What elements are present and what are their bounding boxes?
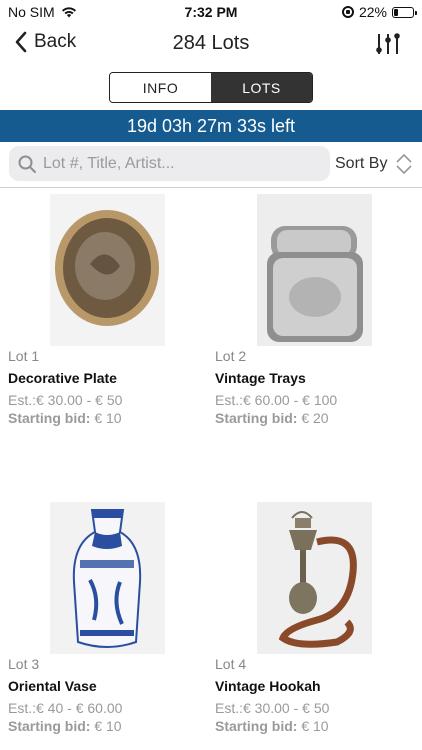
lot-number: Lot 2 (215, 348, 247, 364)
lot-image[interactable] (50, 502, 165, 654)
silver-trays-icon (257, 194, 372, 346)
starting-bid-label: Starting bid: (215, 410, 298, 426)
lot-image[interactable] (257, 502, 372, 654)
search-icon (18, 155, 36, 173)
starting-bid: Starting bid: € 20 (215, 410, 415, 426)
lot-number: Lot 4 (215, 656, 247, 672)
lot-title: Vintage Hookah (215, 678, 321, 694)
search-input[interactable] (43, 154, 313, 173)
starting-bid: Starting bid: € 10 (8, 718, 208, 734)
lot-estimate: Est.:€ 40 - € 60.00 (8, 700, 123, 716)
starting-bid-label: Starting bid: (215, 718, 298, 734)
lot-estimate: Est.:€ 30.00 - € 50 (8, 392, 123, 408)
page-title: 284 Lots (172, 32, 250, 54)
lot-card[interactable]: Lot 4 Vintage Hookah Est.:€ 30.00 - € 50… (215, 502, 415, 734)
sort-by-button[interactable]: Sort By (335, 153, 413, 175)
sort-chevrons-icon (396, 153, 413, 175)
starting-bid-label: Starting bid: (8, 718, 91, 734)
tab-lots[interactable]: LOTS (211, 73, 312, 102)
starting-bid-label: Starting bid: (8, 410, 91, 426)
lot-image[interactable] (257, 194, 372, 346)
lot-title: Vintage Trays (215, 370, 306, 386)
divider (0, 187, 422, 188)
status-bar: No SIM 7:32 PM 22% (0, 0, 422, 24)
lot-number: Lot 1 (8, 348, 40, 364)
lot-image[interactable] (50, 194, 165, 346)
hookah-icon (257, 502, 372, 654)
tab-info[interactable]: INFO (110, 73, 211, 102)
lot-title: Decorative Plate (8, 370, 117, 386)
blue-white-vase-icon (50, 502, 165, 654)
lot-card[interactable]: Lot 2 Vintage Trays Est.:€ 60.00 - € 100… (215, 194, 415, 426)
starting-bid: Starting bid: € 10 (215, 718, 415, 734)
starting-bid-value: € 10 (94, 718, 122, 734)
orientation-lock-icon (341, 6, 354, 18)
lot-estimate: Est.:€ 30.00 - € 50 (215, 700, 330, 716)
lot-number: Lot 3 (8, 656, 40, 672)
starting-bid-value: € 10 (94, 410, 122, 426)
search-bar[interactable] (9, 146, 330, 181)
battery-icon (392, 6, 417, 18)
decorative-plate-icon (50, 194, 165, 346)
lot-title: Oriental Vase (8, 678, 97, 694)
countdown-banner: 19d 03h 27m 33s left (0, 110, 422, 142)
lot-card[interactable]: Lot 1 Decorative Plate Est.:€ 30.00 - € … (8, 194, 208, 426)
lot-estimate: Est.:€ 60.00 - € 100 (215, 392, 338, 408)
starting-bid-value: € 10 (301, 718, 329, 734)
navigation-bar: Back 284 Lots (0, 24, 422, 64)
battery-percent: 22% (358, 4, 387, 20)
filter-sliders-icon[interactable] (374, 30, 402, 58)
sort-by-label: Sort By (335, 155, 388, 172)
starting-bid-value: € 20 (301, 410, 329, 426)
starting-bid: Starting bid: € 10 (8, 410, 208, 426)
info-lots-segmented-control: INFO LOTS (109, 72, 313, 103)
lot-card[interactable]: Lot 3 Oriental Vase Est.:€ 40 - € 60.00 … (8, 502, 208, 734)
